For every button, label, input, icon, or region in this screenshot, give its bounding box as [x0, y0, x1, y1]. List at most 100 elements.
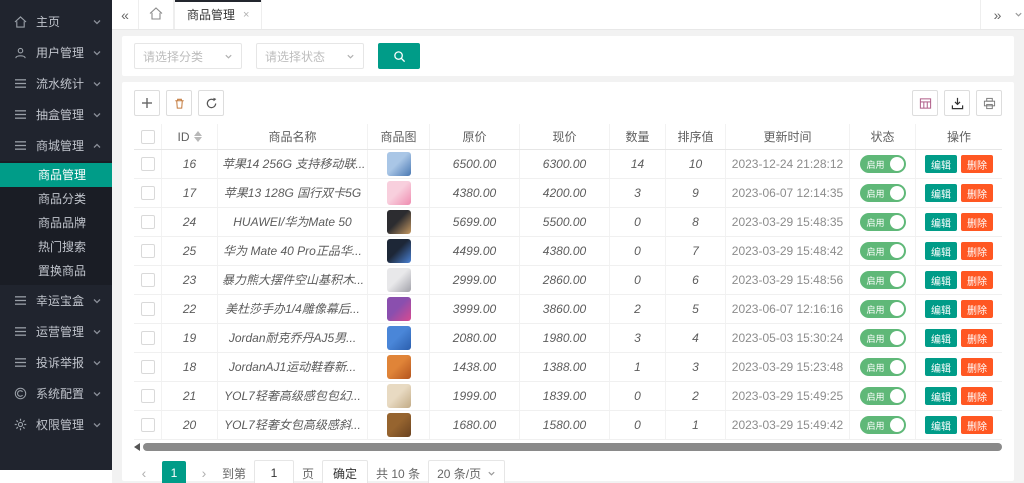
select-all-checkbox[interactable]: [140, 129, 155, 144]
edit-button[interactable]: 编辑: [925, 329, 957, 347]
row-checkbox[interactable]: [140, 215, 155, 229]
product-name: Jordan耐克乔丹AJ5男...: [218, 324, 368, 352]
refresh-button[interactable]: [198, 90, 224, 116]
delete-button[interactable]: 删除: [961, 184, 993, 202]
filter-columns-button[interactable]: [912, 90, 938, 116]
edit-button[interactable]: 编辑: [925, 184, 957, 202]
sidebar-subitem-hot-search[interactable]: 热门搜索: [0, 235, 112, 259]
edit-button[interactable]: 编辑: [925, 358, 957, 376]
sidebar-subitem-exchange-goods[interactable]: 置换商品: [0, 259, 112, 283]
prev-page-icon[interactable]: ‹: [134, 465, 154, 481]
column-header-7: 更新时间: [726, 124, 850, 149]
status-toggle[interactable]: 启用: [859, 358, 906, 376]
status-select[interactable]: 请选择状态: [256, 43, 364, 69]
status-toggle[interactable]: 启用: [859, 329, 906, 347]
jump-page-input[interactable]: [254, 460, 295, 483]
row-checkbox[interactable]: [140, 302, 155, 316]
row-checkbox-cell: [134, 324, 162, 352]
status-toggle[interactable]: 启用: [859, 387, 906, 405]
scrollbar-thumb[interactable]: [143, 443, 1002, 451]
sidebar-item-user-management[interactable]: 用户管理: [0, 37, 112, 68]
edit-button[interactable]: 编辑: [925, 416, 957, 434]
actions-cell: 编辑 删除: [916, 324, 1002, 352]
status-toggle[interactable]: 启用: [859, 242, 906, 260]
confirm-jump-button[interactable]: 确定: [322, 460, 369, 483]
sidebar-item-label: 运营管理: [36, 325, 85, 339]
table-row: 17 苹果13 128G 国行双卡5G 4380.00 4200.00 3 9 2023-0…: [134, 179, 1002, 208]
horizontal-scrollbar[interactable]: [134, 442, 1002, 452]
sidebar-item-box-management[interactable]: 抽盒管理: [0, 99, 112, 130]
tab-menu-chevron-icon[interactable]: [1014, 0, 1024, 29]
scroll-tabs-right-icon[interactable]: »: [980, 0, 1014, 29]
sidebar-item-label: 商城管理: [36, 139, 85, 153]
sort-icon[interactable]: [193, 131, 202, 142]
print-button[interactable]: [976, 90, 1002, 116]
sidebar-subitem-product-management[interactable]: 商品管理: [0, 163, 112, 187]
status-toggle[interactable]: 启用: [859, 213, 906, 231]
delete-button[interactable]: 删除: [961, 242, 993, 260]
row-checkbox[interactable]: [140, 389, 155, 403]
sidebar-subitem-product-brand[interactable]: 商品品牌: [0, 211, 112, 235]
page-number-current[interactable]: 1: [162, 461, 186, 483]
delete-button[interactable]: 删除: [961, 300, 993, 318]
status-toggle-label: 启用: [866, 188, 885, 199]
row-checkbox[interactable]: [140, 360, 155, 374]
status-toggle[interactable]: 启用: [859, 184, 906, 202]
collapse-sidebar-icon[interactable]: «: [112, 0, 138, 29]
delete-button[interactable]: 删除: [961, 329, 993, 347]
sidebar-item-complaint-report[interactable]: 投诉举报: [0, 347, 112, 378]
row-checkbox[interactable]: [140, 418, 155, 432]
sidebar-item-flow-statistics[interactable]: 流水统计: [0, 68, 112, 99]
row-checkbox[interactable]: [140, 157, 155, 171]
status-toggle[interactable]: 启用: [859, 155, 906, 173]
status-toggle[interactable]: 启用: [859, 300, 906, 318]
status-toggle[interactable]: 启用: [859, 271, 906, 289]
original-price: 4499.00: [430, 237, 520, 265]
current-price: 1980.00: [520, 324, 610, 352]
sidebar-item-home[interactable]: 主页: [0, 6, 112, 37]
sidebar-item-permission-management[interactable]: 权限管理: [0, 409, 112, 440]
status-cell: 启用: [850, 266, 916, 294]
sidebar-item-mall-management[interactable]: 商城管理: [0, 130, 112, 161]
sidebar-item-lucky-box[interactable]: 幸运宝盒: [0, 285, 112, 316]
edit-button[interactable]: 编辑: [925, 213, 957, 231]
delete-button[interactable]: 删除: [961, 358, 993, 376]
product-name: 苹果13 128G 国行双卡5G: [218, 179, 368, 207]
tab-home[interactable]: [138, 0, 174, 29]
next-page-icon[interactable]: ›: [194, 465, 214, 481]
category-select[interactable]: 请选择分类: [134, 43, 242, 69]
orange-sneaker-thumb: [386, 355, 411, 379]
product-name: 美杜莎手办1/4雕像幕后...: [218, 295, 368, 323]
delete-button[interactable]: 删除: [961, 271, 993, 289]
scrollbar-left-arrow-icon[interactable]: [134, 443, 140, 451]
export-button[interactable]: [944, 90, 970, 116]
delete-button[interactable]: 删除: [961, 155, 993, 173]
table-panel: ID 商品名称 商品图 原价 现价 数量 排序值 更新时间 状态 操作 16 苹果14 256G 支持…: [122, 82, 1014, 483]
search-button[interactable]: [378, 43, 420, 69]
delete-button[interactable]: 删除: [961, 416, 993, 434]
row-checkbox[interactable]: [140, 331, 155, 345]
current-price: 1839.00: [520, 382, 610, 410]
status-toggle[interactable]: 启用: [859, 416, 906, 434]
sidebar-item-label: 幸运宝盒: [36, 294, 85, 308]
sidebar-subitem-product-category[interactable]: 商品分类: [0, 187, 112, 211]
edit-button[interactable]: 编辑: [925, 300, 957, 318]
delete-button[interactable]: 删除: [961, 213, 993, 231]
column-header-label: 原价: [462, 130, 487, 144]
menu-icon: [14, 108, 30, 122]
edit-button[interactable]: 编辑: [925, 155, 957, 173]
edit-button[interactable]: 编辑: [925, 387, 957, 405]
row-checkbox[interactable]: [140, 244, 155, 258]
edit-button[interactable]: 编辑: [925, 242, 957, 260]
sidebar-item-system-config[interactable]: 系统配置: [0, 378, 112, 409]
tab-product-management[interactable]: 商品管理 ×: [174, 0, 263, 29]
edit-button[interactable]: 编辑: [925, 271, 957, 289]
page-size-select[interactable]: 20 条/页: [428, 460, 506, 483]
close-tab-icon[interactable]: ×: [243, 9, 249, 21]
delete-selected-button[interactable]: [166, 90, 192, 116]
add-row-button[interactable]: [134, 90, 160, 116]
delete-button[interactable]: 删除: [961, 387, 993, 405]
sidebar-item-operation-management[interactable]: 运营管理: [0, 316, 112, 347]
row-checkbox[interactable]: [140, 186, 155, 200]
row-checkbox[interactable]: [140, 273, 155, 287]
